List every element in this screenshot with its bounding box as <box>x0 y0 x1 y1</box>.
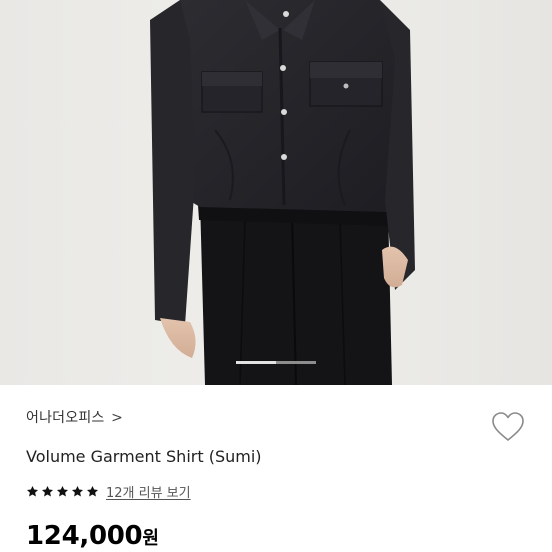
price-value: 124,000 <box>26 521 143 551</box>
star-icon <box>71 485 84 496</box>
reviews-link[interactable]: 12개 리뷰 보기 <box>106 482 191 501</box>
star-icon <box>41 485 54 496</box>
rating-row: 12개 리뷰 보기 <box>26 481 191 501</box>
product-price: 124,000원 <box>26 521 159 551</box>
price-unit: 원 <box>142 528 159 549</box>
star-icon <box>26 485 39 496</box>
chevron-right-icon: > <box>111 410 124 426</box>
wishlist-heart-icon[interactable] <box>490 411 526 443</box>
product-photo-illustration <box>0 0 552 385</box>
carousel-segment-2 <box>276 361 316 364</box>
product-image[interactable] <box>0 0 552 385</box>
image-carousel-indicator <box>236 361 316 364</box>
carousel-segment-1 <box>236 361 276 364</box>
star-icon <box>56 485 69 496</box>
star-icon <box>86 485 99 496</box>
star-rating <box>26 485 99 498</box>
brand-link[interactable]: 어나더오피스 > <box>26 407 123 427</box>
brand-name: 어나더오피스 <box>26 410 105 426</box>
product-info: 어나더오피스 > Volume Garment Shirt (Sumi) 12개… <box>0 385 552 552</box>
product-title: Volume Garment Shirt (Sumi) <box>26 447 262 466</box>
